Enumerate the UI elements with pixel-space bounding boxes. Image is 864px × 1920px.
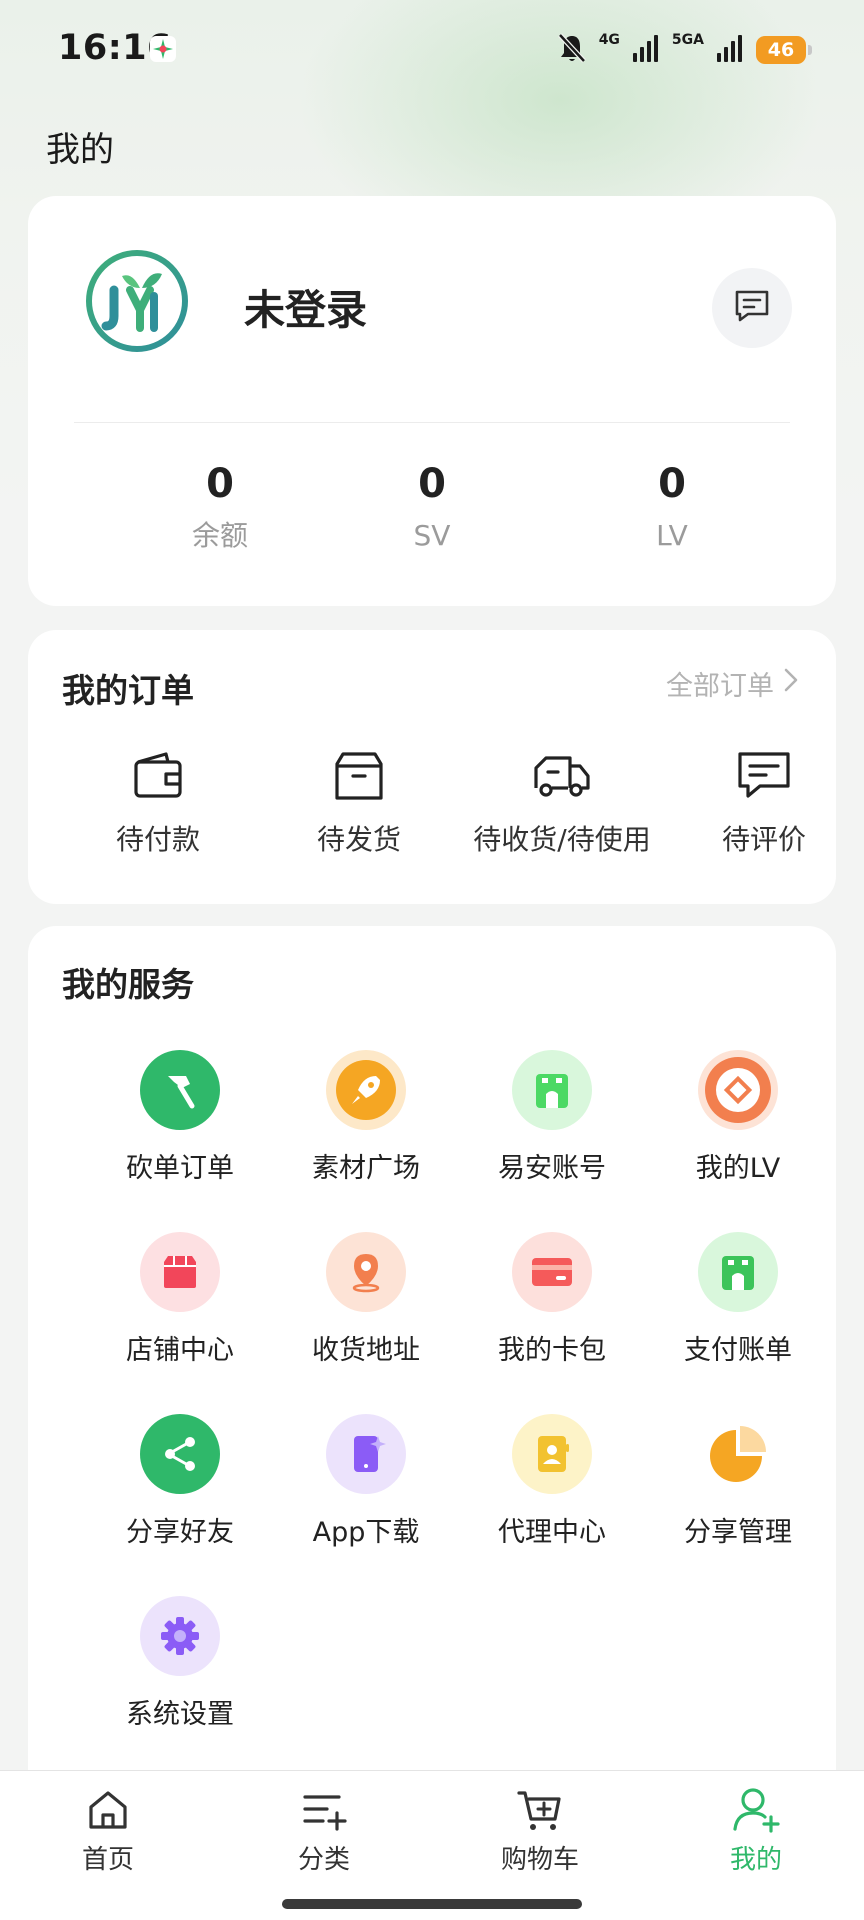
service-label: 易安账号 (498, 1153, 606, 1184)
phone-icon (326, 1414, 406, 1494)
truck-icon (532, 748, 592, 804)
service-store-center[interactable]: 店铺中心 (87, 1232, 273, 1367)
service-my-lv[interactable]: 我的LV (645, 1050, 831, 1185)
service-app-download[interactable]: App下载 (273, 1414, 459, 1549)
box-icon (329, 748, 389, 804)
all-orders-link[interactable]: 全部订单 (666, 664, 800, 703)
tab-home[interactable]: 首页 (0, 1785, 216, 1876)
location-icon (326, 1232, 406, 1312)
mute-bell-icon (557, 32, 587, 68)
service-label: 素材广场 (312, 1153, 420, 1184)
diamond-icon (698, 1050, 778, 1130)
service-card-wallet[interactable]: 我的卡包 (459, 1232, 645, 1367)
all-orders-label: 全部订单 (666, 671, 774, 702)
tab-cart[interactable]: 购物车 (432, 1785, 648, 1876)
network-1-label: 4G (598, 32, 620, 48)
stat-balance[interactable]: 0 余额 (120, 458, 320, 554)
page-title: 我的 (46, 130, 114, 170)
store-icon (140, 1232, 220, 1312)
wallet-icon (128, 748, 188, 804)
app-notification-icon (150, 36, 176, 62)
tab-mine[interactable]: 我的 (648, 1785, 864, 1876)
orders-card: 我的订单 全部订单 待付款 待发货 待收货/待使用 待评价 (28, 630, 836, 904)
tab-category[interactable]: 分类 (216, 1785, 432, 1876)
home-icon (83, 1785, 133, 1835)
order-label: 待付款 (115, 823, 200, 856)
category-icon (299, 1785, 349, 1835)
bottom-tab-bar: 首页 分类 购物车 我的 (0, 1770, 864, 1920)
service-label: 收货地址 (312, 1335, 420, 1366)
message-button[interactable] (712, 268, 792, 348)
message-icon (732, 287, 772, 329)
contacts-icon (512, 1414, 592, 1494)
service-label: 分享好友 (126, 1517, 234, 1548)
service-label: 我的卡包 (498, 1335, 606, 1366)
service-yian-account[interactable]: 易安账号 (459, 1050, 645, 1185)
bill-icon (698, 1232, 778, 1312)
username[interactable]: 未登录 (244, 276, 367, 336)
card-icon (512, 1232, 592, 1312)
stat-value: 0 (206, 461, 234, 507)
rocket-icon (326, 1050, 406, 1130)
service-share-friends[interactable]: 分享好友 (87, 1414, 273, 1549)
service-system-settings[interactable]: 系统设置 (87, 1596, 273, 1731)
avatar-logo[interactable] (84, 248, 190, 354)
network-2-label: 5GA (671, 32, 704, 48)
order-pending-review[interactable]: 待评价 (654, 748, 864, 858)
comment-icon (734, 748, 794, 804)
user-add-icon (731, 1785, 781, 1835)
service-label: 代理中心 (498, 1517, 606, 1548)
order-pending-shipment[interactable]: 待发货 (249, 748, 469, 858)
signal-2-icon (716, 33, 744, 67)
tab-label: 分类 (297, 1845, 350, 1875)
stat-label: SV (413, 519, 451, 552)
signal-1-icon (632, 33, 660, 67)
profile-divider (74, 422, 790, 423)
service-shipping-address[interactable]: 收货地址 (273, 1232, 459, 1367)
status-bar: 16:16 4G 5GA 46 (0, 0, 864, 100)
pie-chart-icon (698, 1414, 778, 1494)
service-label: 我的LV (695, 1153, 781, 1184)
orders-title: 我的订单 (62, 671, 194, 710)
status-indicators: 4G 5GA 46 (557, 32, 812, 68)
tab-label: 购物车 (500, 1845, 579, 1875)
service-label: 系统设置 (126, 1699, 234, 1730)
share-icon (140, 1414, 220, 1494)
chevron-right-icon (782, 666, 800, 701)
order-label: 待收货/待使用 (473, 823, 651, 856)
stat-value: 0 (658, 461, 686, 507)
tab-label: 首页 (81, 1845, 134, 1875)
tab-label: 我的 (729, 1845, 782, 1875)
stat-label: 余额 (191, 519, 248, 552)
service-label: 支付账单 (684, 1335, 792, 1366)
axe-icon (140, 1050, 220, 1130)
service-share-management[interactable]: 分享管理 (645, 1414, 831, 1549)
stat-value: 0 (418, 461, 446, 507)
shop-icon (512, 1050, 592, 1130)
stat-sv[interactable]: 0 SV (332, 458, 532, 554)
order-pending-receipt[interactable]: 待收货/待使用 (452, 748, 672, 858)
order-label: 待发货 (316, 823, 401, 856)
service-label: 店铺中心 (126, 1335, 234, 1366)
stat-label: LV (656, 519, 688, 552)
order-pending-payment[interactable]: 待付款 (48, 748, 268, 858)
settings-icon (140, 1596, 220, 1676)
stat-lv[interactable]: 0 LV (572, 458, 772, 554)
service-label: App下载 (312, 1517, 420, 1548)
service-payment-bills[interactable]: 支付账单 (645, 1232, 831, 1367)
app-screen: 16:16 4G 5GA 46 我的 未登录 0 余额 0 SV 0 LV 我的… (0, 0, 864, 1920)
order-label: 待评价 (721, 823, 806, 856)
battery-indicator: 46 (756, 36, 812, 64)
service-label: 分享管理 (684, 1517, 792, 1548)
cart-icon (515, 1785, 565, 1835)
home-indicator[interactable] (282, 1899, 582, 1909)
service-label: 砍单订单 (126, 1153, 234, 1184)
service-bargain-orders[interactable]: 砍单订单 (87, 1050, 273, 1185)
service-agent-center[interactable]: 代理中心 (459, 1414, 645, 1549)
service-material-plaza[interactable]: 素材广场 (273, 1050, 459, 1185)
services-title: 我的服务 (62, 965, 194, 1004)
profile-card: 未登录 0 余额 0 SV 0 LV (28, 196, 836, 606)
